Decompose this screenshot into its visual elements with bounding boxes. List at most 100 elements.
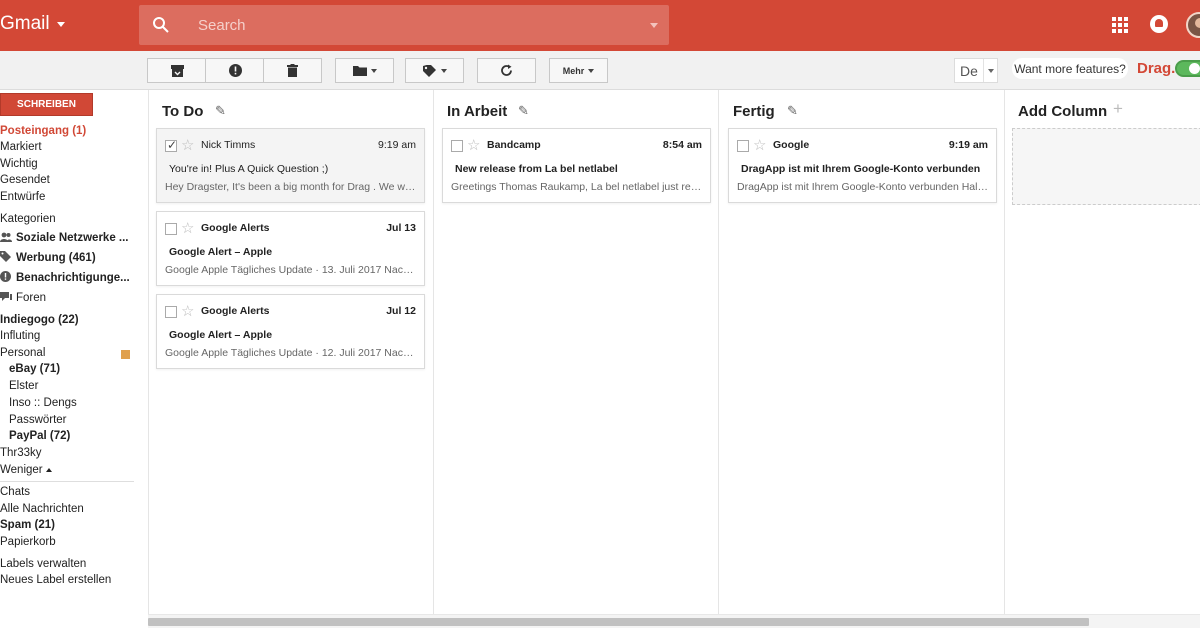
- sidebar-item-personal[interactable]: Personal: [0, 346, 45, 360]
- card-subject: Google Alert – Apple: [169, 329, 273, 341]
- plus-icon[interactable]: +: [1113, 99, 1123, 119]
- chevron-up-icon: [45, 468, 52, 472]
- card-subject: You're in! Plus A Quick Question ;): [169, 163, 329, 175]
- email-card[interactable]: ☆ Bandcamp 8:54 am New release from La b…: [442, 128, 711, 203]
- edit-pencil-icon[interactable]: ✎: [518, 103, 529, 119]
- people-icon: [0, 232, 12, 246]
- star-icon[interactable]: ☆: [181, 219, 194, 237]
- sidebar-item-manage-labels[interactable]: Labels verwalten: [0, 557, 86, 571]
- star-icon[interactable]: ☆: [181, 302, 194, 320]
- card-time: 9:19 am: [948, 139, 988, 151]
- sidebar-item-label: Werbung (461): [16, 252, 96, 264]
- sidebar-divider: [0, 481, 134, 482]
- notifications-icon[interactable]: [1150, 15, 1168, 33]
- sidebar-item-important[interactable]: Wichtig: [0, 157, 38, 171]
- column-title-in-progress[interactable]: In Arbeit: [447, 103, 507, 120]
- drag-brand-logo: Drag.: [1137, 60, 1176, 77]
- labels-button[interactable]: [405, 58, 464, 83]
- drag-toggle[interactable]: [1175, 60, 1200, 77]
- sidebar-item-influting[interactable]: Influting: [0, 329, 40, 343]
- column-divider: [1004, 90, 1005, 614]
- sidebar-less-toggle[interactable]: Weniger: [0, 463, 52, 477]
- card-snippet: Google Apple Tägliches Update · 13. Juli…: [165, 264, 417, 276]
- apps-grid-icon[interactable]: [1112, 17, 1128, 33]
- refresh-icon: [501, 64, 512, 76]
- info-icon: [0, 271, 12, 286]
- sidebar-item-forums[interactable]: Foren: [0, 291, 46, 306]
- gmail-app-switcher[interactable]: Gmail: [0, 13, 65, 35]
- card-sender: Bandcamp: [487, 139, 541, 151]
- card-subject: New release from La bel netlabel: [455, 163, 618, 175]
- card-sender: Google Alerts: [201, 305, 270, 317]
- avatar[interactable]: [1186, 12, 1200, 38]
- select-checkbox[interactable]: [451, 140, 463, 152]
- sidebar-item-ebay[interactable]: eBay (71): [9, 362, 60, 376]
- archive-button[interactable]: [147, 58, 206, 83]
- sidebar-item-categories[interactable]: Kategorien: [0, 212, 56, 226]
- sidebar-item-inso[interactable]: Inso :: Dengs: [9, 396, 77, 410]
- card-subject: Google Alert – Apple: [169, 246, 273, 258]
- sidebar-item-all-mail[interactable]: Alle Nachrichten: [0, 502, 84, 516]
- edit-pencil-icon[interactable]: ✎: [787, 103, 798, 119]
- more-button[interactable]: Mehr: [549, 58, 608, 83]
- language-value: De: [960, 62, 978, 79]
- sidebar-item-spam[interactable]: Spam (21): [0, 518, 55, 532]
- sidebar-item-new-label[interactable]: Neues Label erstellen: [0, 573, 111, 587]
- email-card[interactable]: ☆ Nick Timms 9:19 am You're in! Plus A Q…: [156, 128, 425, 203]
- sidebar-item-passwords[interactable]: Passwörter: [9, 413, 67, 427]
- report-spam-button[interactable]: [205, 58, 264, 83]
- scrollbar-thumb[interactable]: [148, 618, 1089, 626]
- chevron-down-icon: [56, 21, 65, 27]
- card-time: Jul 13: [386, 222, 416, 234]
- sidebar-item-drafts[interactable]: Entwürfe: [0, 190, 45, 204]
- star-icon[interactable]: ☆: [467, 136, 480, 154]
- want-more-features-button[interactable]: Want more features?: [1012, 58, 1128, 79]
- search-input[interactable]: [183, 16, 639, 34]
- horizontal-scrollbar[interactable]: [148, 614, 1200, 628]
- refresh-button[interactable]: [477, 58, 536, 83]
- select-checkbox[interactable]: [165, 138, 177, 152]
- select-checkbox[interactable]: [737, 140, 749, 152]
- email-card[interactable]: ☆ Google Alerts Jul 13 Google Alert – Ap…: [156, 211, 425, 286]
- search-options-icon[interactable]: [639, 22, 669, 28]
- select-checkbox[interactable]: [165, 223, 177, 235]
- sidebar-item-chats[interactable]: Chats: [0, 485, 30, 499]
- select-checkbox[interactable]: [165, 306, 177, 318]
- sidebar-item-inbox[interactable]: Posteingang (1): [0, 124, 86, 138]
- compose-button[interactable]: SCHREIBEN: [0, 93, 93, 116]
- email-card[interactable]: ☆ Google Alerts Jul 12 Google Alert – Ap…: [156, 294, 425, 369]
- sidebar-item-sent[interactable]: Gesendet: [0, 173, 50, 187]
- language-select[interactable]: De: [954, 58, 998, 83]
- search-icon[interactable]: [139, 16, 183, 34]
- card-snippet: Google Apple Tägliches Update · 12. Juli…: [165, 347, 417, 359]
- card-subject: DragApp ist mit Ihrem Google-Konto verbu…: [741, 163, 981, 175]
- add-column-title[interactable]: Add Column: [1018, 103, 1107, 120]
- add-column-dropzone[interactable]: [1012, 128, 1200, 205]
- sidebar-item-trash[interactable]: Papierkorb: [0, 535, 56, 549]
- kanban-board: To Do ✎ ☆ Nick Timms 9:19 am You're in! …: [148, 90, 1200, 614]
- sidebar-item-thr33ky[interactable]: Thr33ky: [0, 446, 42, 460]
- move-to-button[interactable]: [335, 58, 394, 83]
- sidebar-item-indiegogo[interactable]: Indiegogo (22): [0, 313, 79, 327]
- archive-icon: [170, 64, 184, 77]
- sidebar-item-promotions[interactable]: Werbung (461): [0, 251, 96, 266]
- label-color-swatch[interactable]: [121, 350, 130, 359]
- column-title-todo[interactable]: To Do: [162, 103, 203, 120]
- column-title-done[interactable]: Fertig: [733, 103, 775, 120]
- sidebar-item-label: Soziale Netzwerke ...: [16, 232, 129, 244]
- edit-pencil-icon[interactable]: ✎: [215, 103, 226, 119]
- sidebar-item-starred[interactable]: Markiert: [0, 140, 42, 154]
- sidebar-item-social[interactable]: Soziale Netzwerke ...: [0, 231, 129, 246]
- email-card[interactable]: ☆ Google 9:19 am DragApp ist mit Ihrem G…: [728, 128, 997, 203]
- star-icon[interactable]: ☆: [753, 136, 766, 154]
- sidebar-item-elster[interactable]: Elster: [9, 379, 38, 393]
- sidebar-item-updates[interactable]: Benachrichtigunge...: [0, 271, 130, 286]
- card-sender: Google: [773, 139, 810, 151]
- spam-icon: [228, 64, 242, 77]
- chevron-down-icon: [588, 68, 595, 73]
- sidebar-item-paypal[interactable]: PayPal (72): [9, 429, 70, 443]
- sidebar: SCHREIBEN Posteingang (1) Markiert Wicht…: [0, 90, 148, 628]
- delete-button[interactable]: [263, 58, 322, 83]
- star-icon[interactable]: ☆: [181, 136, 194, 154]
- trash-icon: [287, 64, 298, 77]
